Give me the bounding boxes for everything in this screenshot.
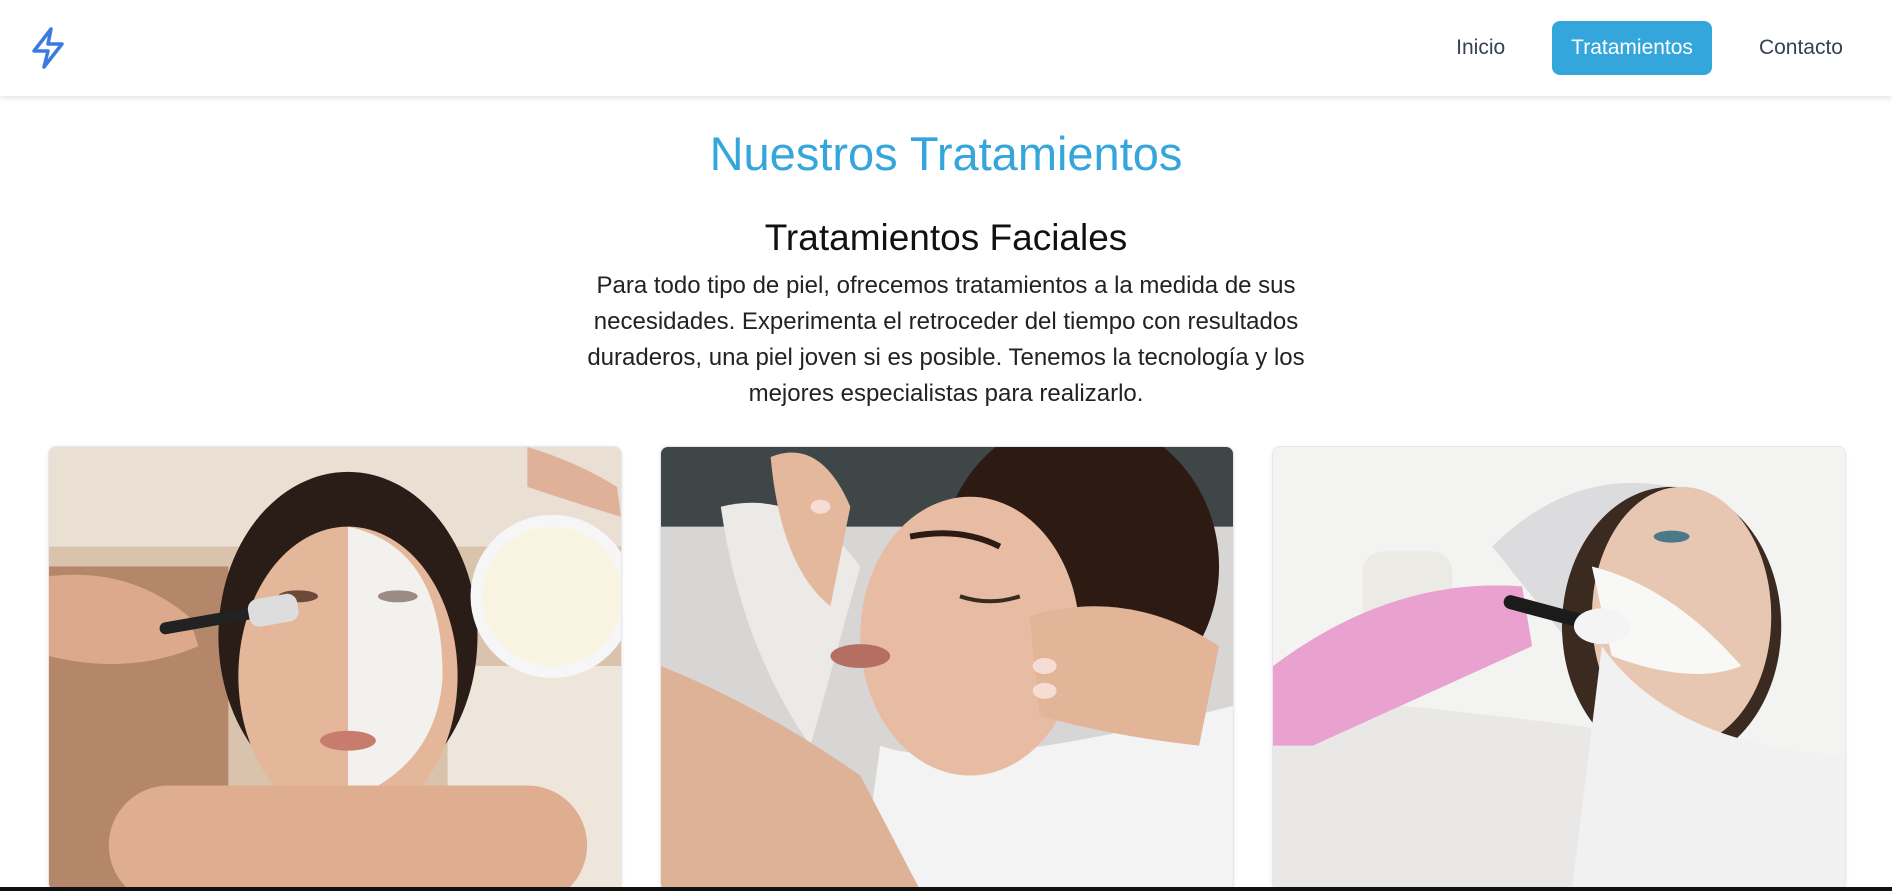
treatment-cards: [48, 446, 1846, 891]
woman-facial-massage-photo: [661, 447, 1233, 890]
section-description: Para todo tipo de piel, ofrecemos tratam…: [587, 272, 1305, 407]
treatment-card-peel[interactable]: [1272, 446, 1846, 891]
treatment-card-massage[interactable]: [660, 446, 1234, 891]
woman-facial-mask-brush-photo: [49, 447, 621, 890]
nav-link-contacto[interactable]: Contacto: [1740, 21, 1862, 75]
page-title: Nuestros Tratamientos: [709, 127, 1183, 180]
lightning-bolt-icon[interactable]: [27, 26, 69, 70]
nav-link-tratamientos[interactable]: Tratamientos: [1552, 21, 1712, 75]
viewport-bottom-edge: [0, 887, 1892, 891]
nav-link-inicio[interactable]: Inicio: [1437, 21, 1524, 75]
section-title: Tratamientos Faciales: [764, 217, 1128, 258]
woman-facial-peel-brush-photo: [1273, 447, 1845, 890]
top-navbar: Inicio Tratamientos Contacto: [0, 0, 1892, 96]
nav-links: Inicio Tratamientos Contacto: [1437, 21, 1862, 75]
main-content: Nuestros Tratamientos Tratamientos Facia…: [0, 96, 1892, 891]
treatment-card-mask[interactable]: [48, 446, 622, 891]
